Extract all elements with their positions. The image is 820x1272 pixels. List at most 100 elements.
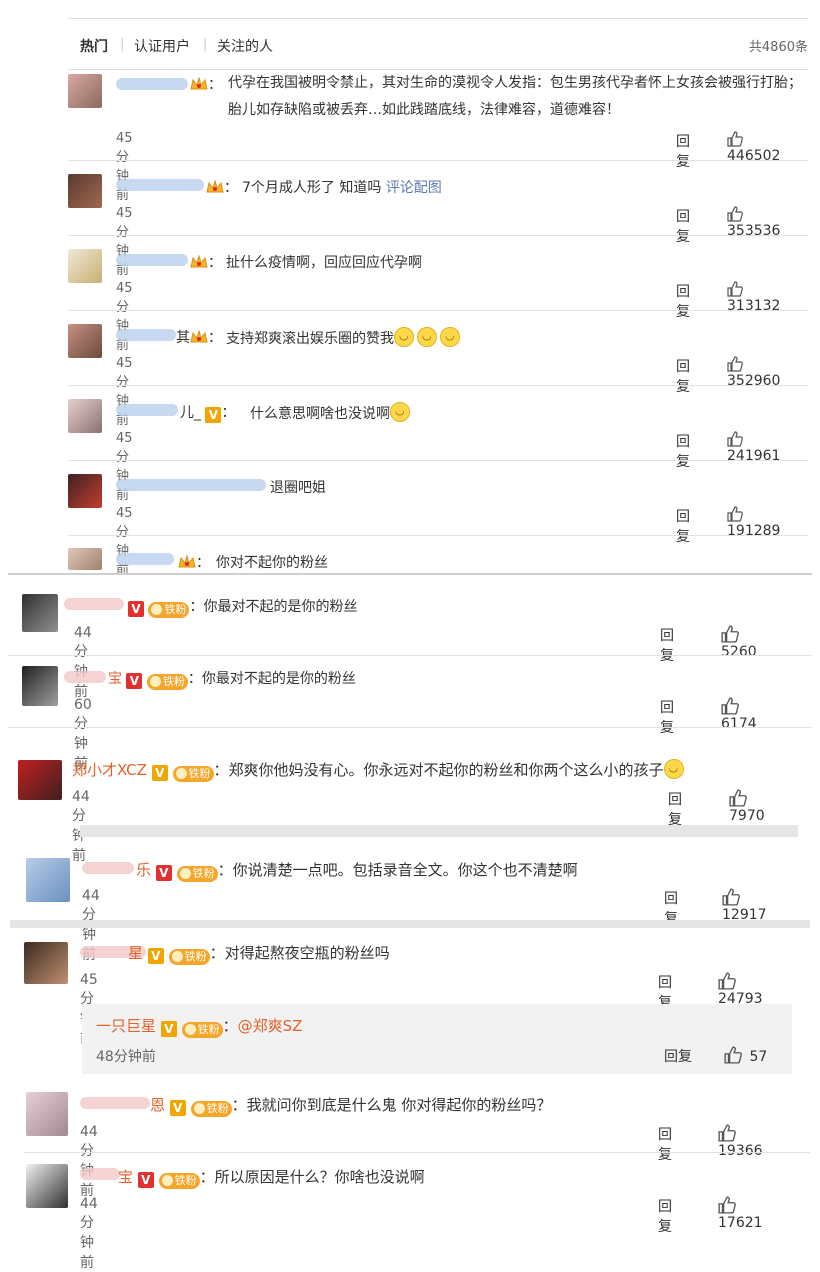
blurred-username[interactable] — [116, 479, 266, 491]
thumbs-up-icon — [727, 356, 743, 372]
like-button[interactable]: 57 — [724, 1046, 767, 1065]
thumbs-up-icon — [729, 789, 747, 807]
colon: ： — [217, 861, 233, 879]
username[interactable]: 郑小才XCZ — [72, 761, 147, 779]
avatar[interactable] — [68, 474, 102, 508]
mention-link[interactable]: @郑爽SZ — [238, 1017, 303, 1035]
blurred-username[interactable] — [80, 1097, 150, 1109]
screenshot-separator — [8, 573, 812, 575]
colon: ： — [187, 671, 202, 687]
comment-time: 44分钟前 — [74, 625, 92, 700]
smile-emoji-icon — [440, 327, 460, 347]
reply-button[interactable]: 回复 — [676, 356, 690, 396]
comment-text: 你对不起你的粉丝 — [216, 555, 328, 571]
blurred-username[interactable] — [64, 598, 124, 610]
comment-text: 你说清楚一点吧。包括录音全文。你这个也不清楚啊 — [232, 861, 578, 879]
like-button[interactable]: 24793 — [718, 972, 763, 1007]
reply-button[interactable]: 回复 — [658, 1124, 672, 1164]
thumbs-up-icon — [722, 888, 740, 906]
username[interactable]: 儿_ — [180, 405, 201, 421]
username[interactable]: 宝 — [108, 671, 122, 687]
divider — [68, 385, 808, 386]
tab-following[interactable]: 关注的人 — [217, 36, 273, 56]
avatar[interactable] — [68, 249, 102, 283]
verified-v-badge: V — [147, 948, 164, 964]
reply-button[interactable]: 回复 — [676, 431, 690, 471]
verified-v-badge: V — [169, 1100, 186, 1116]
avatar[interactable] — [24, 942, 68, 984]
avatar[interactable] — [26, 858, 70, 902]
username[interactable]: 乐 — [136, 861, 151, 879]
like-count: 19366 — [718, 1143, 763, 1159]
blurred-username[interactable] — [82, 862, 134, 874]
like-count: 446502 — [727, 148, 781, 164]
like-count: 353536 — [727, 223, 781, 239]
avatar[interactable] — [18, 760, 62, 800]
tab-verified[interactable]: 认证用户 — [134, 36, 190, 56]
comment-text: 扯什么疫情啊，回应回应代孕啊 — [226, 255, 422, 271]
avatar[interactable] — [26, 1092, 68, 1136]
reply-button[interactable]: 回复 — [660, 625, 674, 665]
comment-text: 我就问你到底是什么鬼 你对得起你的粉丝吗？ — [246, 1096, 552, 1114]
reply-button[interactable]: 回复 — [658, 1196, 672, 1236]
like-count: 191289 — [727, 523, 781, 539]
smile-emoji-icon — [390, 402, 410, 422]
blurred-username[interactable] — [64, 671, 106, 683]
like-button[interactable]: 12917 — [722, 888, 767, 923]
comment-text: 7个月成人形了 知道吗 — [242, 180, 382, 196]
avatar[interactable] — [68, 74, 102, 108]
avatar[interactable] — [22, 594, 58, 632]
colon: ： — [208, 330, 222, 346]
username[interactable]: 恩 — [150, 1096, 165, 1114]
avatar[interactable] — [22, 666, 58, 706]
comment-image-link[interactable]: 评论配图 — [386, 180, 442, 196]
like-count: 5260 — [721, 644, 757, 660]
like-button[interactable]: 19366 — [718, 1124, 763, 1159]
divider — [24, 1152, 810, 1153]
avatar[interactable] — [68, 174, 102, 208]
reply-button[interactable]: 回复 — [660, 697, 674, 737]
blurred-username[interactable] — [116, 404, 178, 416]
smile-emoji-icon — [394, 327, 414, 347]
verified-v-badge: V — [151, 765, 168, 781]
reply-button[interactable]: 回复 — [676, 506, 690, 546]
comment-text: 郑爽你他妈没有心。你永远对不起你的粉丝和你两个这么小的孩子 — [228, 761, 664, 779]
blurred-username[interactable] — [116, 254, 188, 266]
tab-hot[interactable]: 热门 — [80, 36, 108, 56]
comment-text: 代孕在我国被明令禁止，其对生命的漠视令人发指：包生男孩代孕者怀上女孩会被强行打胎… — [228, 75, 802, 118]
divider — [8, 727, 812, 728]
blurred-username[interactable] — [116, 78, 188, 90]
username[interactable]: 其 — [176, 330, 190, 346]
like-button[interactable]: 17621 — [718, 1196, 763, 1231]
blurred-username[interactable] — [116, 179, 204, 191]
crown-icon — [190, 329, 208, 344]
reply-button[interactable]: 回复 — [668, 789, 682, 829]
comment-total-count: 共4860条 — [748, 40, 808, 55]
blurred-username[interactable] — [80, 1168, 120, 1180]
like-button[interactable]: 7970 — [729, 789, 765, 824]
sub-reply-box: 一只巨星 V 铁粉 ：@郑爽SZ 48分钟前 回复 57 — [82, 1004, 792, 1074]
comment-text: 对得起熬夜空瓶的粉丝吗 — [224, 944, 390, 962]
divider — [68, 310, 808, 311]
username[interactable]: 一只巨星 — [96, 1017, 156, 1035]
reply-button[interactable]: 回复 — [676, 281, 690, 321]
fan-badge: 铁粉 — [148, 602, 190, 618]
reply-button[interactable]: 回复 — [676, 131, 690, 171]
avatar[interactable] — [26, 1164, 68, 1208]
tab-separator: | — [203, 37, 208, 52]
reply-button[interactable]: 回复 — [676, 206, 690, 246]
thumbs-up-icon — [724, 1046, 742, 1064]
colon: ： — [209, 944, 225, 962]
avatar[interactable] — [68, 399, 102, 433]
crying-emoji-icon — [663, 759, 684, 779]
verified-v-badge: V — [205, 407, 222, 423]
reply-button[interactable]: 回复 — [664, 1046, 692, 1066]
avatar[interactable] — [68, 548, 102, 570]
avatar[interactable] — [68, 324, 102, 358]
thumbs-up-icon — [718, 1196, 736, 1214]
username[interactable]: 宝 — [118, 1168, 133, 1186]
blurred-username[interactable] — [116, 553, 174, 565]
username[interactable]: 星 — [128, 944, 143, 962]
blurred-username[interactable] — [116, 329, 176, 341]
crown-icon — [206, 179, 224, 194]
